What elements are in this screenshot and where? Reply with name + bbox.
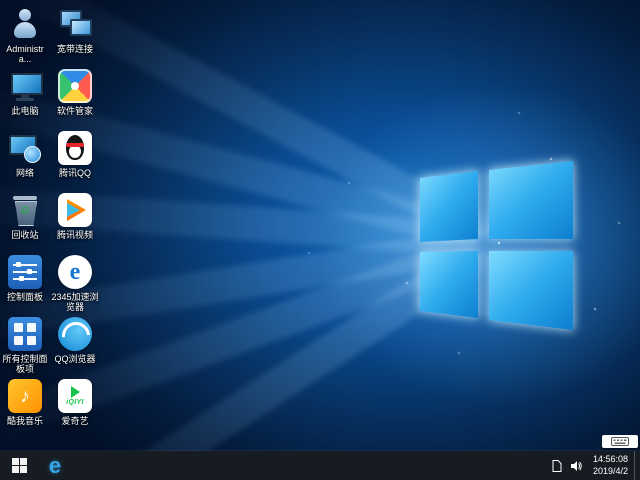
- software-manager-icon: [58, 69, 92, 103]
- volume-icon[interactable]: [570, 460, 583, 472]
- user-folder-icon: [8, 7, 42, 41]
- icon-label: 2345加速浏览器: [51, 292, 99, 313]
- icon-label: QQ浏览器: [54, 354, 95, 364]
- icon-label: Administra...: [1, 44, 49, 65]
- edge-browser-taskbar-button[interactable]: e: [38, 451, 72, 480]
- computer-icon: [8, 69, 42, 103]
- desktop-icon-qq-browser[interactable]: QQ浏览器: [50, 313, 100, 375]
- desktop-icon-administrator[interactable]: Administra...: [0, 3, 50, 65]
- desktop-icon-iqiyi[interactable]: iQIYI 爱奇艺: [50, 375, 100, 437]
- icon-label: 爱奇艺: [61, 416, 88, 426]
- desktop: Administra... 宽带连接 此电脑 软件管家 网络 腾讯QQ ♻ 回收…: [0, 0, 640, 480]
- icon-label: 宽带连接: [57, 44, 93, 54]
- icon-label: 回收站: [11, 230, 38, 240]
- icon-label: 网络: [16, 168, 34, 178]
- system-tray: 14:56:08 2019/4/2: [548, 451, 640, 480]
- icon-label: 酷我音乐: [7, 416, 43, 426]
- show-desktop-button[interactable]: [634, 451, 640, 480]
- clock-date: 2019/4/2: [593, 466, 628, 477]
- icon-label: 腾讯视频: [57, 230, 93, 240]
- notification-document-icon[interactable]: [552, 460, 562, 472]
- icon-label: 腾讯QQ: [59, 168, 91, 178]
- desktop-icon-recycle-bin[interactable]: ♻ 回收站: [0, 189, 50, 251]
- taskbar-clock[interactable]: 14:56:08 2019/4/2: [593, 454, 628, 477]
- tencent-video-icon: [58, 193, 92, 227]
- kuwo-music-icon: ♪: [8, 379, 42, 413]
- wallpaper-sparkles: [498, 242, 500, 244]
- desktop-icon-network[interactable]: 网络: [0, 127, 50, 189]
- iqiyi-icon: iQIYI: [58, 379, 92, 413]
- desktop-icon-grid: Administra... 宽带连接 此电脑 软件管家 网络 腾讯QQ ♻ 回收…: [0, 3, 100, 437]
- control-panel-icon: [8, 255, 42, 289]
- recycle-bin-icon: ♻: [8, 193, 42, 227]
- desktop-icon-this-pc[interactable]: 此电脑: [0, 65, 50, 127]
- qq-browser-icon: [58, 317, 92, 351]
- icon-label: 所有控制面板项: [1, 354, 49, 375]
- desktop-icon-broadband[interactable]: 宽带连接: [50, 3, 100, 65]
- desktop-icon-tencent-qq[interactable]: 腾讯QQ: [50, 127, 100, 189]
- ime-language-bar[interactable]: [602, 435, 638, 448]
- desktop-icon-software-manager[interactable]: 软件管家: [50, 65, 100, 127]
- desktop-icon-all-control-panel-items[interactable]: 所有控制面板项: [0, 313, 50, 375]
- start-button[interactable]: [0, 451, 38, 480]
- all-control-panel-items-icon: [8, 317, 42, 351]
- qq-penguin-icon: [58, 131, 92, 165]
- 2345-browser-icon: e: [58, 255, 92, 289]
- network-icon: [8, 131, 42, 165]
- icon-label: 此电脑: [11, 106, 38, 116]
- keyboard-icon: [611, 437, 629, 446]
- desktop-icon-kuwo-music[interactable]: ♪ 酷我音乐: [0, 375, 50, 437]
- edge-icon: e: [49, 455, 61, 477]
- clock-time: 14:56:08: [593, 454, 628, 465]
- desktop-icon-2345-browser[interactable]: e 2345加速浏览器: [50, 251, 100, 313]
- icon-label: 软件管家: [57, 106, 93, 116]
- desktop-icon-control-panel[interactable]: 控制面板: [0, 251, 50, 313]
- taskbar: e 14:56:08 2019/4/2: [0, 451, 640, 480]
- icon-label: 控制面板: [7, 292, 43, 302]
- windows-logo-icon: [12, 458, 27, 473]
- broadband-connection-icon: [58, 7, 92, 41]
- desktop-icon-tencent-video[interactable]: 腾讯视频: [50, 189, 100, 251]
